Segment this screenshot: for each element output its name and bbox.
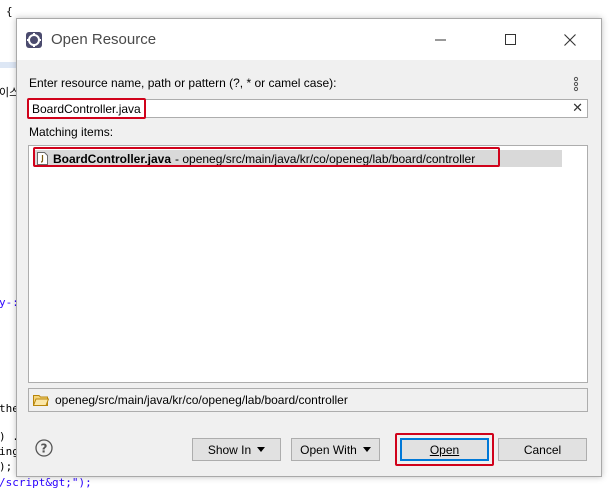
bg-code-line: /script&gt;");	[0, 476, 92, 489]
title-bar: Open Resource	[17, 19, 601, 60]
view-menu-icon[interactable]	[573, 76, 579, 92]
open-with-label: Open With	[300, 442, 357, 457]
dialog-title: Open Resource	[51, 31, 157, 48]
show-in-label: Show In	[207, 442, 252, 457]
chevron-down-icon	[257, 447, 266, 452]
folder-icon	[33, 395, 49, 406]
search-field[interactable]: ✕	[28, 99, 588, 118]
java-file-icon	[37, 152, 48, 165]
open-button[interactable]: Open	[400, 438, 489, 461]
minimize-button[interactable]	[417, 19, 463, 60]
minimize-icon	[434, 39, 446, 40]
chevron-down-icon	[362, 447, 371, 452]
prompt-label: Enter resource name, path or pattern (?,…	[29, 76, 337, 90]
matching-label: Matching items:	[29, 125, 114, 139]
status-bar: openeg/src/main/java/kr/co/openeg/lab/bo…	[28, 388, 588, 412]
eclipse-icon	[26, 32, 42, 48]
bg-code-line: {	[6, 5, 13, 18]
item-path: - openeg/src/main/java/kr/co/openeg/lab/…	[175, 151, 476, 166]
open-with-button[interactable]: Open With	[291, 438, 380, 461]
close-button[interactable]	[547, 19, 593, 60]
help-icon[interactable]: ?	[35, 439, 53, 457]
svg-text:?: ?	[41, 442, 48, 456]
list-item[interactable]: BoardController.java - openeg/src/main/j…	[34, 150, 562, 167]
maximize-icon	[504, 34, 516, 45]
matching-items-list[interactable]: BoardController.java - openeg/src/main/j…	[28, 145, 588, 383]
clear-icon[interactable]: ✕	[572, 100, 583, 117]
item-name: BoardController.java	[53, 151, 172, 166]
cancel-button[interactable]: Cancel	[498, 438, 587, 461]
open-label: Open	[429, 442, 460, 457]
cancel-label: Cancel	[523, 442, 562, 457]
open-resource-dialog: Open Resource Enter resource name, path …	[16, 18, 602, 477]
maximize-button[interactable]	[487, 19, 533, 60]
status-path: openeg/src/main/java/kr/co/openeg/lab/bo…	[55, 393, 348, 407]
close-icon	[564, 33, 576, 46]
show-in-button[interactable]: Show In	[192, 438, 281, 461]
bg-code-line: );	[0, 460, 13, 473]
search-input[interactable]	[32, 100, 562, 117]
